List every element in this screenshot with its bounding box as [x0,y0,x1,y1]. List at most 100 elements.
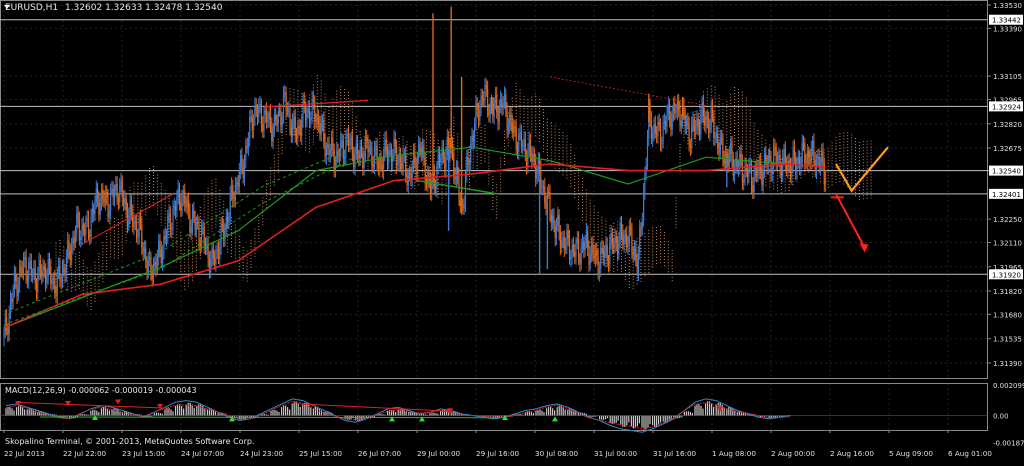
bull-candle [528,139,530,151]
bear-candle [727,156,729,166]
bear-candle [256,109,259,117]
bull-candle [692,119,694,125]
bull-candle [137,235,139,238]
bear-candle [588,247,590,265]
bull-candle [661,142,663,144]
bear-candle [227,216,229,222]
bull-candle [307,108,309,113]
price-level-label: 1.32540 [992,168,1021,176]
bear-candle [142,247,144,253]
bull-candle [719,137,721,153]
bear-candle [435,187,437,190]
bull-candle [65,256,67,275]
bull-candle [245,145,247,161]
bear-candle [607,259,610,264]
bear-candle [548,192,550,194]
bull-candle [523,139,525,145]
bull-candle [641,220,643,229]
bear-candle [713,117,715,138]
bull-candle [754,166,756,174]
bull-candle [464,175,467,204]
bear-candle [360,147,363,153]
bear-candle [539,158,541,169]
bear-candle [722,138,724,159]
bear-candle [425,183,428,185]
bear-candle [683,105,685,115]
time-tick-label: 25 Jul 15:00 [299,449,343,458]
bear-candle [159,240,161,250]
bear-candle [587,231,589,248]
bear-candle [279,111,281,113]
bull-candle [571,244,573,257]
bear-candle [93,208,95,214]
bear-candle [775,148,777,163]
bear-candle [34,267,36,284]
bull-candle [771,167,773,174]
bull-candle [466,157,468,176]
bear-candle [632,251,634,255]
bull-candle [202,227,204,229]
bear-candle [134,221,136,223]
bear-candle [511,123,513,134]
bull-candle [273,115,275,130]
bear-candle [549,192,551,215]
bull-candle [158,240,160,258]
bull-candle [527,150,529,167]
bull-candle [609,243,611,264]
bear-candle [50,266,52,284]
bear-candle [184,191,186,205]
bull-candle [416,158,418,175]
time-tick-label: 6 Aug 01:00 [948,449,992,458]
bull-candle [633,248,636,255]
bear-candle [786,164,788,170]
bull-candle [359,147,361,159]
bull-candle [195,222,197,230]
bull-candle [331,137,333,150]
bear-candle [448,137,450,146]
bull-candle [297,125,299,139]
bear-candle [693,119,695,132]
bull-candle [124,198,126,205]
bear-candle [64,269,66,275]
bear-candle [106,191,108,198]
bear-candle [540,168,542,188]
bull-candle [600,247,602,269]
bull-candle [748,166,750,178]
bear-candle [169,213,171,230]
bear-candle [102,189,104,199]
bear-candle [674,103,676,113]
bear-candle [611,233,613,246]
bear-candle [438,154,441,163]
bull-candle [575,242,577,257]
bull-candle [67,240,69,257]
bear-candle [615,236,617,244]
bear-candle [103,198,105,203]
bear-candle [481,95,483,100]
bear-candle [601,247,603,249]
bear-candle [237,182,239,188]
bear-candle [189,211,191,232]
bull-candle [484,84,486,101]
bull-candle [370,147,372,149]
price-level-label: 1.32924 [992,103,1021,111]
bull-candle [238,170,240,188]
bull-candle [336,150,338,163]
bull-candle [667,104,669,114]
bear-candle [271,125,273,142]
bear-candle [640,227,642,229]
macd-tick-label: 0.00 [993,413,1009,421]
bear-candle [214,258,216,265]
price-tick-label: 1.31390 [993,360,1022,368]
bear-candle [84,230,86,235]
bull-candle [418,143,420,159]
bear-candle [43,266,45,271]
bear-candle [679,109,681,127]
bull-candle [46,276,48,284]
time-tick-label: 31 Jul 16:00 [653,449,697,458]
bull-candle [379,158,381,169]
bear-candle [269,111,272,126]
bull-candle [685,121,688,127]
bear-candle [194,217,196,230]
bear-candle [107,197,109,217]
bear-candle [376,146,378,165]
